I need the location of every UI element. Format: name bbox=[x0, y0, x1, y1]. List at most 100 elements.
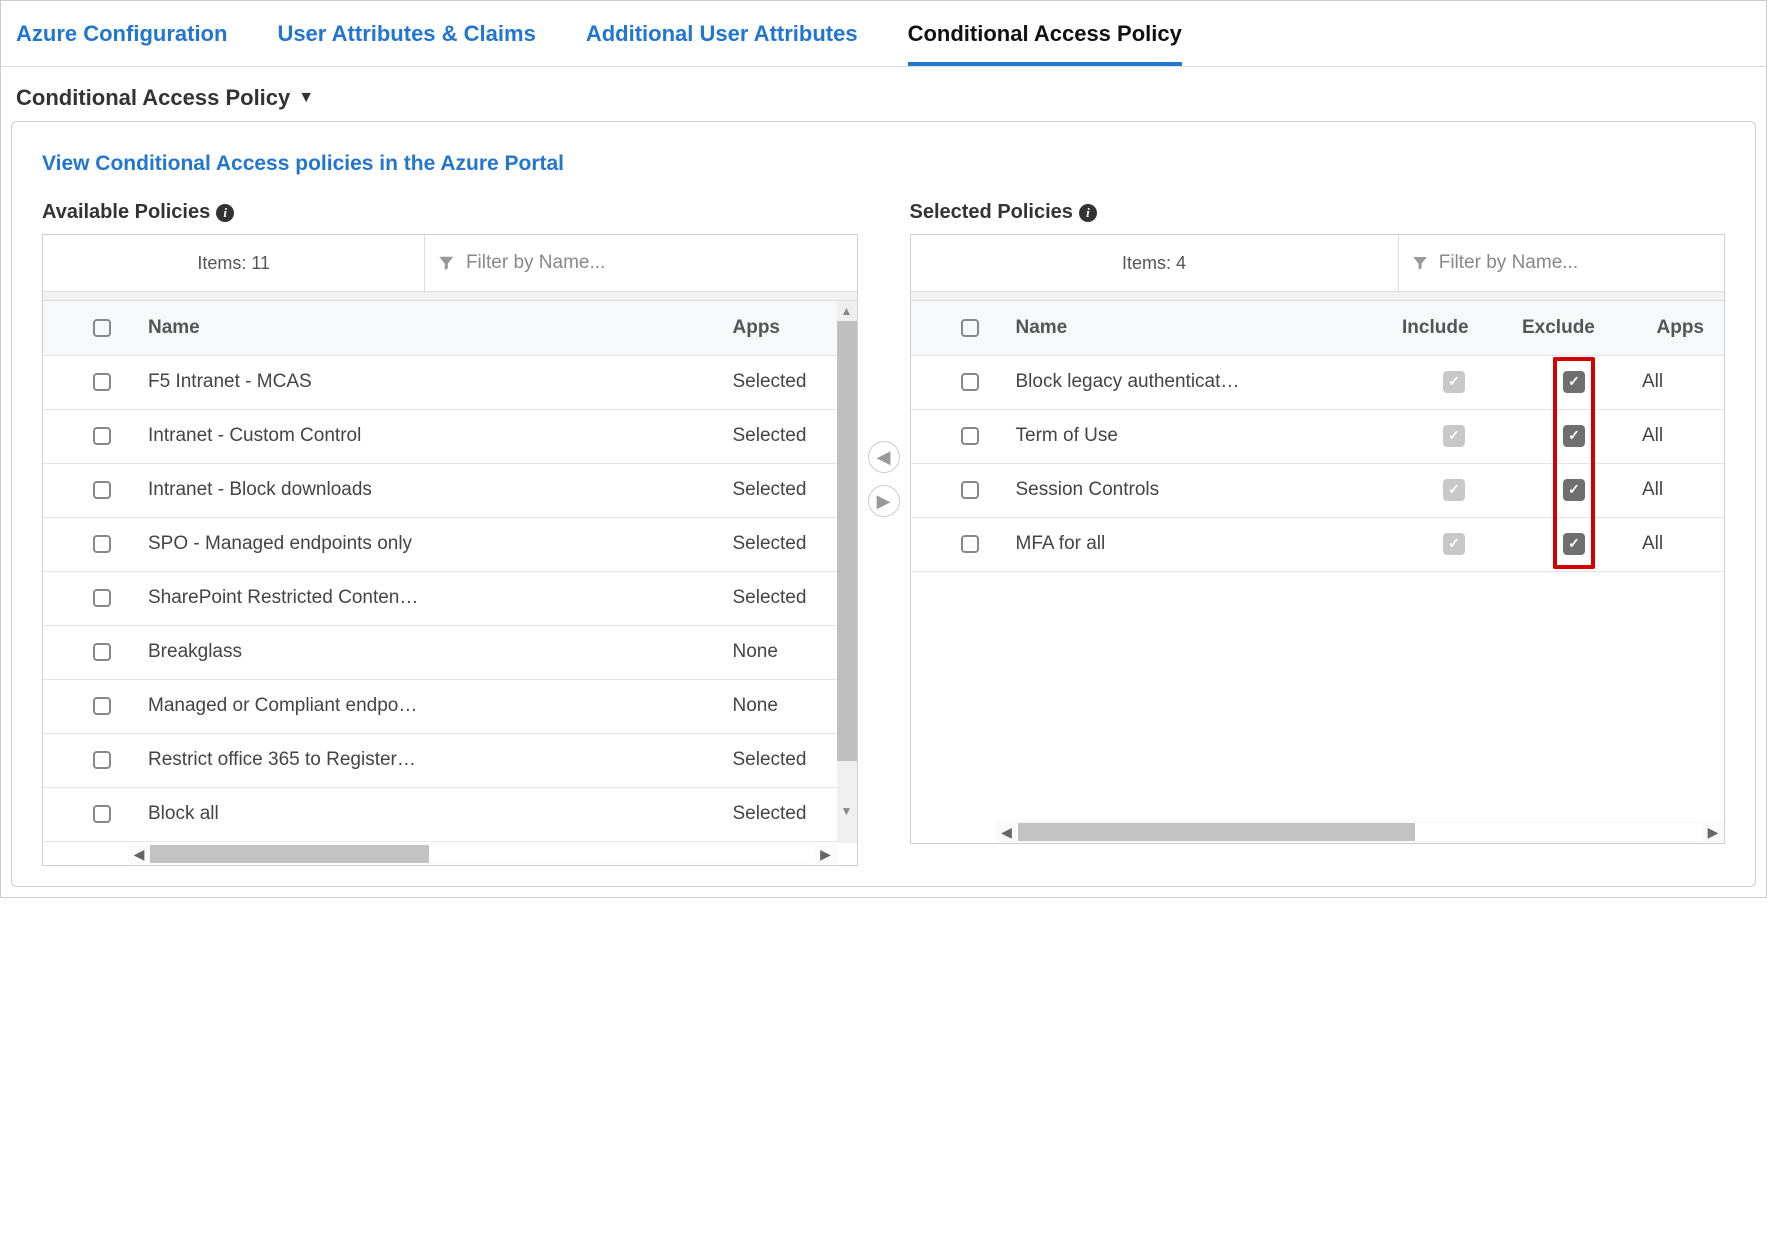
policy-apps: Selected bbox=[725, 409, 835, 463]
horizontal-scrollbar[interactable]: ◀ ▶ bbox=[128, 843, 837, 865]
row-checkbox[interactable] bbox=[93, 481, 111, 499]
available-header-row: Name Apps bbox=[43, 301, 857, 355]
policy-apps: Selected bbox=[725, 733, 835, 787]
row-checkbox[interactable] bbox=[93, 697, 111, 715]
policy-name: SPO - Managed endpoints only bbox=[140, 517, 725, 571]
table-row[interactable]: Block Legacy clients (Office, I… Selecte… bbox=[43, 841, 857, 843]
selected-items-count: Items: 4 bbox=[911, 235, 1399, 291]
scroll-left-icon[interactable]: ◀ bbox=[128, 843, 150, 865]
policy-apps: Selected bbox=[725, 517, 835, 571]
table-row[interactable]: Block legacy authenticat… ✓ ✓ All bbox=[911, 355, 1725, 409]
move-right-button[interactable]: ▶ bbox=[868, 485, 900, 517]
policy-name: Intranet - Block downloads bbox=[140, 463, 725, 517]
tab-conditional-access-policy[interactable]: Conditional Access Policy bbox=[908, 11, 1182, 66]
row-checkbox[interactable] bbox=[93, 589, 111, 607]
table-row[interactable]: Session Controls ✓ ✓ All bbox=[911, 463, 1725, 517]
selected-filter-input[interactable] bbox=[1439, 252, 1712, 274]
table-row[interactable]: Term of Use ✓ ✓ All bbox=[911, 409, 1725, 463]
policy-name: Intranet - Custom Control bbox=[140, 409, 725, 463]
table-row[interactable]: SharePoint Restricted Conten… Selected bbox=[43, 571, 857, 625]
tab-user-attributes-claims[interactable]: User Attributes & Claims bbox=[277, 11, 535, 66]
available-table: Items: 11 bbox=[42, 234, 858, 866]
include-checkbox: ✓ bbox=[1443, 479, 1465, 501]
row-checkbox[interactable] bbox=[961, 427, 979, 445]
horizontal-scrollbar[interactable]: ◀ ▶ bbox=[996, 821, 1725, 843]
policy-apps: None bbox=[725, 625, 835, 679]
policy-name: Managed or Compliant endpo… bbox=[140, 679, 725, 733]
col-apps[interactable]: Apps bbox=[1634, 301, 1724, 355]
policy-name: F5 Intranet - MCAS bbox=[140, 355, 725, 409]
available-policies-title: Available Policies bbox=[42, 201, 210, 224]
policy-apps: All bbox=[1634, 517, 1724, 571]
row-checkbox[interactable] bbox=[93, 643, 111, 661]
select-all-checkbox[interactable] bbox=[961, 319, 979, 337]
tab-additional-user-attributes[interactable]: Additional User Attributes bbox=[586, 11, 858, 66]
col-apps[interactable]: Apps bbox=[725, 301, 835, 355]
col-name[interactable]: Name bbox=[140, 301, 725, 355]
table-row[interactable]: Intranet - Custom Control Selected bbox=[43, 409, 857, 463]
include-checkbox: ✓ bbox=[1443, 371, 1465, 393]
azure-portal-link[interactable]: View Conditional Access policies in the … bbox=[42, 137, 1725, 201]
app-container: Azure Configuration User Attributes & Cl… bbox=[0, 0, 1767, 898]
policy-panel: View Conditional Access policies in the … bbox=[11, 121, 1756, 887]
table-row[interactable]: Block all Selected bbox=[43, 787, 857, 841]
policy-apps: Selected bbox=[725, 355, 835, 409]
row-checkbox[interactable] bbox=[93, 373, 111, 391]
policy-apps: Selected bbox=[725, 787, 835, 841]
exclude-checkbox[interactable]: ✓ bbox=[1563, 425, 1585, 447]
policy-name: Block Legacy clients (Office, I… bbox=[140, 841, 725, 843]
include-checkbox: ✓ bbox=[1443, 533, 1465, 555]
policy-name: SharePoint Restricted Conten… bbox=[140, 571, 725, 625]
row-checkbox[interactable] bbox=[93, 535, 111, 553]
scroll-right-icon[interactable]: ▶ bbox=[815, 843, 837, 865]
exclude-checkbox[interactable]: ✓ bbox=[1563, 371, 1585, 393]
vertical-scrollbar[interactable]: ▲ ▼ bbox=[837, 301, 857, 843]
col-include[interactable]: Include bbox=[1394, 301, 1514, 355]
row-checkbox[interactable] bbox=[93, 805, 111, 823]
filter-icon bbox=[1411, 253, 1429, 273]
policy-name: Term of Use bbox=[1008, 409, 1395, 463]
col-name[interactable]: Name bbox=[1008, 301, 1395, 355]
col-exclude[interactable]: Exclude bbox=[1514, 301, 1634, 355]
row-checkbox[interactable] bbox=[93, 427, 111, 445]
table-row[interactable]: Restrict office 365 to Register… Selecte… bbox=[43, 733, 857, 787]
policy-name: Breakglass bbox=[140, 625, 725, 679]
table-row[interactable]: MFA for all ✓ ✓ All bbox=[911, 517, 1725, 571]
scroll-left-icon[interactable]: ◀ bbox=[996, 821, 1018, 843]
policy-apps: Selected bbox=[725, 841, 835, 843]
selected-table: Items: 4 bbox=[910, 234, 1726, 844]
row-checkbox[interactable] bbox=[961, 481, 979, 499]
row-checkbox[interactable] bbox=[93, 751, 111, 769]
scroll-down-icon[interactable]: ▼ bbox=[837, 801, 857, 821]
section-toggle[interactable]: Conditional Access Policy ▼ bbox=[1, 67, 1766, 116]
filter-icon bbox=[437, 253, 456, 273]
table-row[interactable]: Intranet - Block downloads Selected bbox=[43, 463, 857, 517]
info-icon[interactable]: i bbox=[1079, 204, 1097, 222]
transfer-buttons: ◀ ▶ bbox=[868, 201, 900, 517]
exclude-checkbox[interactable]: ✓ bbox=[1563, 533, 1585, 555]
table-row[interactable]: Breakglass None bbox=[43, 625, 857, 679]
row-checkbox[interactable] bbox=[961, 535, 979, 553]
table-row[interactable]: Managed or Compliant endpo… None bbox=[43, 679, 857, 733]
table-row[interactable]: SPO - Managed endpoints only Selected bbox=[43, 517, 857, 571]
policy-apps: Selected bbox=[725, 463, 835, 517]
policy-apps: All bbox=[1634, 355, 1724, 409]
info-icon[interactable]: i bbox=[216, 204, 234, 222]
select-all-checkbox[interactable] bbox=[93, 319, 111, 337]
policy-name: Session Controls bbox=[1008, 463, 1395, 517]
available-filter-input[interactable] bbox=[466, 252, 845, 274]
main-tabs: Azure Configuration User Attributes & Cl… bbox=[1, 1, 1766, 67]
table-row[interactable]: F5 Intranet - MCAS Selected bbox=[43, 355, 857, 409]
policy-name: Block all bbox=[140, 787, 725, 841]
selected-policies-title: Selected Policies bbox=[910, 201, 1073, 224]
row-checkbox[interactable] bbox=[961, 373, 979, 391]
selected-header-row: Name Include Exclude Apps bbox=[911, 301, 1725, 355]
scroll-right-icon[interactable]: ▶ bbox=[1702, 821, 1724, 843]
exclude-checkbox[interactable]: ✓ bbox=[1563, 479, 1585, 501]
tab-azure-configuration[interactable]: Azure Configuration bbox=[16, 11, 227, 66]
scroll-up-icon[interactable]: ▲ bbox=[837, 301, 857, 321]
include-checkbox: ✓ bbox=[1443, 425, 1465, 447]
move-left-button[interactable]: ◀ bbox=[868, 441, 900, 473]
caret-down-icon: ▼ bbox=[298, 89, 314, 107]
policy-name: Block legacy authenticat… bbox=[1008, 355, 1395, 409]
